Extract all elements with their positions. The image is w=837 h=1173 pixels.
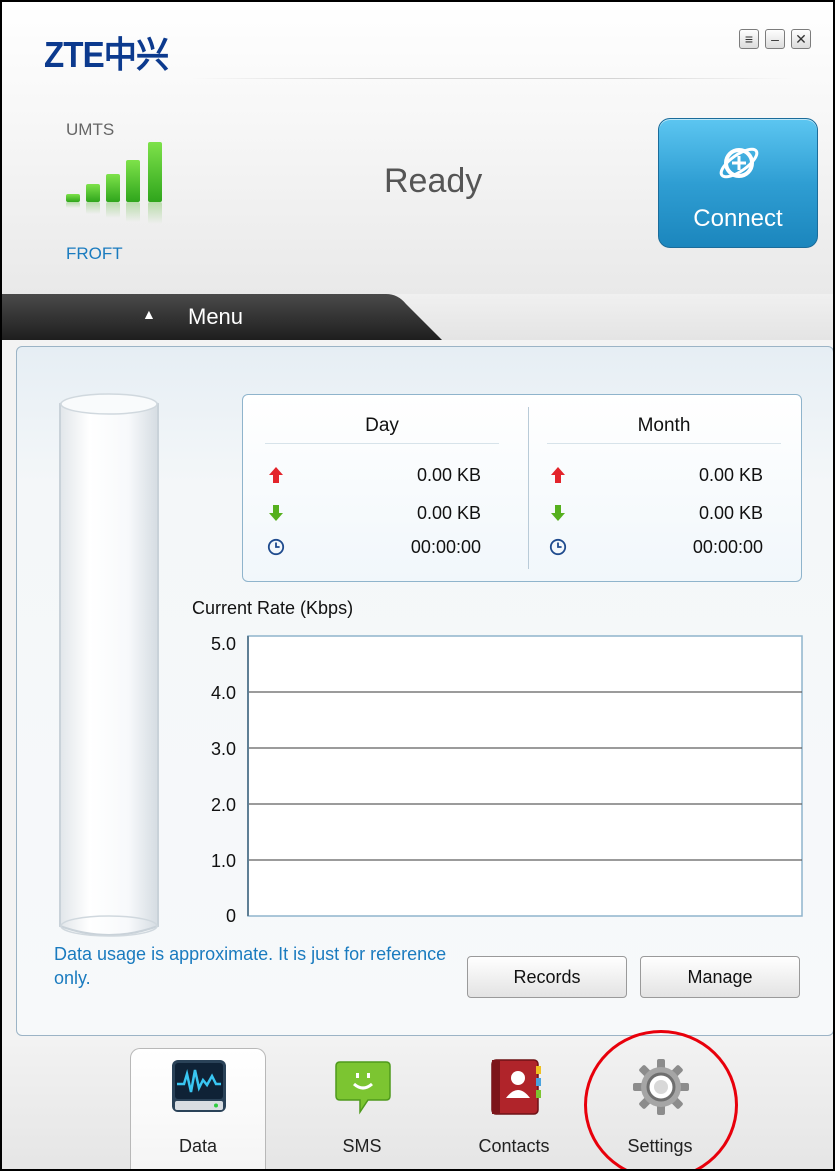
menu-arrow-icon: ▲ [142, 306, 156, 322]
network-type-label: UMTS [66, 120, 115, 139]
nav-sms[interactable]: SMS [302, 1056, 422, 1169]
day-column: Day 0.00 KB 0.00 KB 00:00:00 [243, 395, 521, 581]
nav-contacts-label: Contacts [478, 1136, 550, 1156]
header-divider [192, 78, 793, 79]
close-button[interactable]: ✕ [791, 29, 811, 49]
y-tick-label: 0 [226, 906, 236, 922]
menu-window-button[interactable]: ≡ [739, 29, 759, 49]
bottom-nav: Data SMS Contacts Settings [2, 1040, 833, 1169]
upload-arrow-icon [551, 467, 565, 483]
minimize-button[interactable]: – [765, 29, 785, 49]
signal-strength-icon [66, 142, 176, 224]
current-rate-label: Current Rate (Kbps) [192, 598, 354, 618]
current-rate-chart: 5.0 4.0 3.0 2.0 1.0 0 [211, 634, 803, 922]
usage-cylinder-gauge [59, 393, 159, 937]
window-controls: ≡ – ✕ [739, 29, 811, 49]
y-tick-label: 1.0 [211, 851, 236, 871]
download-arrow-icon [551, 505, 565, 521]
y-tick-label: 5.0 [211, 634, 236, 654]
month-upload-value: 0.00 KB [698, 465, 763, 485]
month-column: Month 0.00 KB 0.00 KB 00:00:00 [525, 395, 803, 581]
y-tick-label: 2.0 [211, 795, 236, 815]
month-duration-row: 00:00:00 [525, 535, 803, 559]
chart-plot-area [247, 635, 803, 917]
y-tick-label: 4.0 [211, 683, 236, 703]
header: ZTE中兴 ≡ – ✕ UMTS FROFT Ready Connect [2, 2, 833, 294]
day-download-row: 0.00 KB [243, 501, 521, 525]
usage-disclaimer: Data usage is approximate. It is just fo… [54, 944, 447, 988]
zte-logo: ZTE中兴 [44, 34, 169, 75]
sms-icon [335, 1061, 391, 1115]
month-header: Month [637, 415, 691, 436]
upload-arrow-icon [269, 467, 283, 483]
month-download-row: 0.00 KB [525, 501, 803, 525]
nav-settings[interactable]: Settings [600, 1056, 720, 1169]
menu-label[interactable]: Menu [188, 304, 243, 330]
month-duration-value: 00:00:00 [692, 537, 763, 557]
nav-data[interactable]: Data [138, 1056, 258, 1169]
menu-strip: ▲ Menu [2, 294, 833, 340]
month-download-value: 0.00 KB [698, 503, 763, 523]
day-download-value: 0.00 KB [416, 503, 481, 523]
clock-icon [549, 538, 567, 556]
nav-data-label: Data [178, 1136, 218, 1156]
connect-label: Connect [693, 205, 783, 232]
day-upload-value: 0.00 KB [416, 465, 481, 485]
connection-status: Ready [384, 162, 483, 200]
clock-icon [267, 538, 285, 556]
day-duration-row: 00:00:00 [243, 535, 521, 559]
connect-button[interactable]: Connect [658, 118, 818, 248]
data-monitor-icon [172, 1060, 226, 1112]
contacts-book-icon [491, 1059, 541, 1115]
records-button[interactable]: Records [467, 956, 627, 998]
y-tick-label: 3.0 [211, 739, 236, 759]
nav-contacts[interactable]: Contacts [454, 1056, 574, 1169]
day-duration-value: 00:00:00 [410, 537, 481, 557]
gear-icon [633, 1059, 689, 1115]
download-arrow-icon [269, 505, 283, 521]
operator-name: FROFT [66, 244, 123, 263]
nav-settings-label: Settings [627, 1136, 693, 1156]
month-upload-row: 0.00 KB [525, 463, 803, 487]
app-window: ZTE中兴 ≡ – ✕ UMTS FROFT Ready Connect ▲ M… [0, 0, 835, 1171]
nav-sms-label: SMS [342, 1136, 382, 1156]
day-header: Day [365, 415, 399, 436]
usage-summary-table: Day 0.00 KB 0.00 KB 00:00:00 Month 0.00 … [242, 394, 802, 582]
connect-globe-icon [719, 147, 759, 179]
manage-button[interactable]: Manage [640, 956, 800, 998]
day-upload-row: 0.00 KB [243, 463, 521, 487]
